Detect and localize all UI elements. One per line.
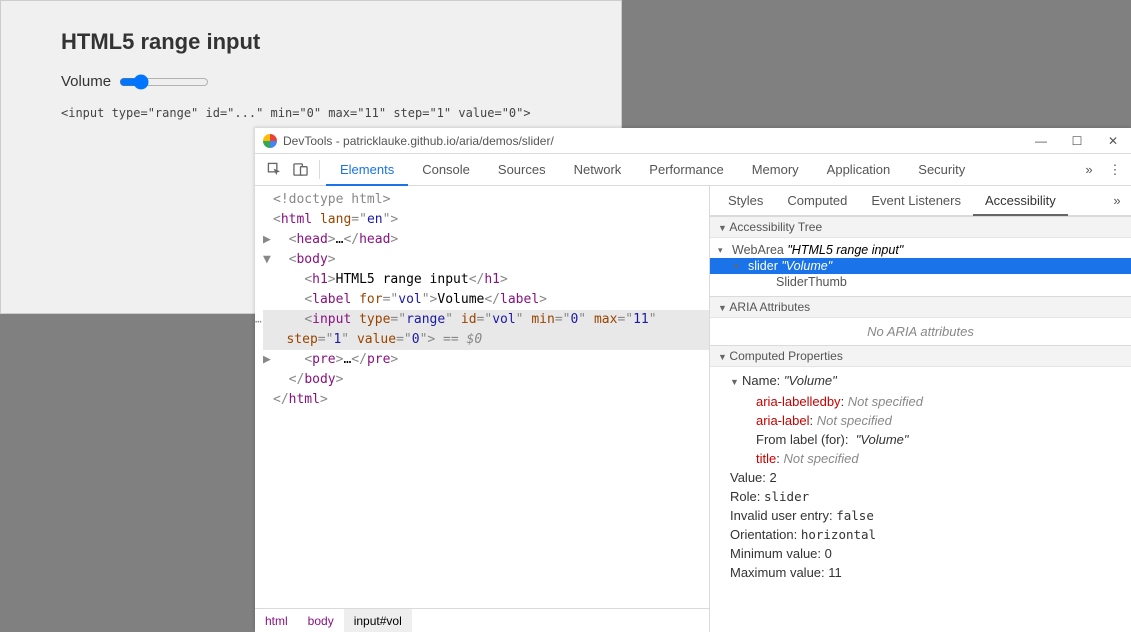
- dom-node[interactable]: <h1>HTML5 range input</h1>: [263, 270, 709, 290]
- side-tab-accessibility[interactable]: Accessibility: [973, 186, 1068, 216]
- window-minimize-button[interactable]: —: [1023, 128, 1059, 154]
- aria-attributes-empty: No ARIA attributes: [710, 318, 1131, 345]
- main-tab-elements[interactable]: Elements: [326, 154, 408, 186]
- dom-node[interactable]: <html lang="en">: [263, 210, 709, 230]
- devtools-window: DevTools - patricklauke.github.io/aria/d…: [255, 128, 1131, 632]
- breadcrumb-item[interactable]: html: [255, 609, 298, 632]
- volume-label: Volume: [61, 73, 111, 90]
- main-tabs-overflow-button[interactable]: »: [1075, 154, 1103, 185]
- side-tab-computed[interactable]: Computed: [775, 186, 859, 215]
- dom-node[interactable]: </body>: [263, 370, 709, 390]
- device-toolbar-icon[interactable]: [287, 154, 313, 185]
- a11y-tree[interactable]: ▾WebArea "HTML5 range input"▾slider "Vol…: [710, 238, 1131, 296]
- devtools-titlebar[interactable]: DevTools - patricklauke.github.io/aria/d…: [255, 128, 1131, 154]
- a11y-tree-node[interactable]: SliderThumb: [710, 274, 1131, 290]
- dom-node[interactable]: ▶ <pre>…</pre>: [263, 350, 709, 370]
- dom-node[interactable]: <!doctype html>: [263, 190, 709, 210]
- devtools-menu-button[interactable]: ⋮: [1103, 154, 1127, 185]
- code-sample: <input type="range" id="..." min="0" max…: [61, 106, 561, 120]
- a11y-tree-node[interactable]: ▾WebArea "HTML5 range input": [710, 242, 1131, 258]
- devtools-title: DevTools - patricklauke.github.io/aria/d…: [283, 134, 554, 148]
- a11y-tree-header[interactable]: Accessibility Tree: [710, 216, 1131, 238]
- dom-node[interactable]: ▼ <body>: [263, 250, 709, 270]
- dom-node[interactable]: <label for="vol">Volume</label>: [263, 290, 709, 310]
- volume-slider[interactable]: [119, 74, 209, 90]
- side-tab-styles[interactable]: Styles: [716, 186, 775, 215]
- main-tab-performance[interactable]: Performance: [635, 154, 737, 185]
- breadcrumb-bar[interactable]: htmlbodyinput#vol: [255, 608, 709, 632]
- main-tab-sources[interactable]: Sources: [484, 154, 560, 185]
- elements-panel: <!doctype html> <html lang="en">▶ <head>…: [255, 186, 710, 632]
- side-tab-event-listeners[interactable]: Event Listeners: [859, 186, 973, 215]
- computed-property-row: Role: slider: [730, 487, 1123, 506]
- inspect-element-icon[interactable]: [261, 154, 287, 185]
- devtools-main-tabstrip: ElementsConsoleSourcesNetworkPerformance…: [255, 154, 1131, 186]
- window-maximize-button[interactable]: ☐: [1059, 128, 1095, 154]
- computed-property-row: Minimum value: 0: [730, 544, 1123, 563]
- main-tab-network[interactable]: Network: [560, 154, 636, 185]
- dom-tree[interactable]: <!doctype html> <html lang="en">▶ <head>…: [255, 186, 709, 608]
- side-tabs-overflow-button[interactable]: »: [1103, 186, 1131, 215]
- main-tab-security[interactable]: Security: [904, 154, 979, 185]
- main-tab-memory[interactable]: Memory: [738, 154, 813, 185]
- a11y-tree-node[interactable]: ▾slider "Volume": [710, 258, 1131, 274]
- dom-node[interactable]: <input type="range" id="vol" min="0" max…: [263, 310, 709, 350]
- dom-node[interactable]: </html>: [263, 390, 709, 410]
- main-tab-application[interactable]: Application: [813, 154, 905, 185]
- computed-property-row: Invalid user entry: false: [730, 506, 1123, 525]
- breadcrumb-item[interactable]: input#vol: [344, 609, 412, 632]
- page-title: HTML5 range input: [61, 29, 561, 55]
- computed-property-row: Maximum value: 11: [730, 563, 1123, 582]
- side-tabstrip: StylesComputedEvent ListenersAccessibili…: [710, 186, 1131, 216]
- aria-attributes-header[interactable]: ARIA Attributes: [710, 296, 1131, 318]
- computed-property-row: Orientation: horizontal: [730, 525, 1123, 544]
- accessibility-pane: Accessibility Tree ▾WebArea "HTML5 range…: [710, 216, 1131, 632]
- window-close-button[interactable]: ✕: [1095, 128, 1131, 154]
- side-panel: StylesComputedEvent ListenersAccessibili…: [710, 186, 1131, 632]
- computed-property-row: Value: 2: [730, 468, 1123, 487]
- main-tab-console[interactable]: Console: [408, 154, 484, 185]
- devtools-logo-icon: [263, 134, 277, 148]
- dom-node[interactable]: ▶ <head>…</head>: [263, 230, 709, 250]
- computed-properties-header[interactable]: Computed Properties: [710, 345, 1131, 367]
- computed-properties-body: ▼Name: "Volume" aria-labelledby: Not spe…: [710, 367, 1131, 590]
- breadcrumb-item[interactable]: body: [298, 609, 344, 632]
